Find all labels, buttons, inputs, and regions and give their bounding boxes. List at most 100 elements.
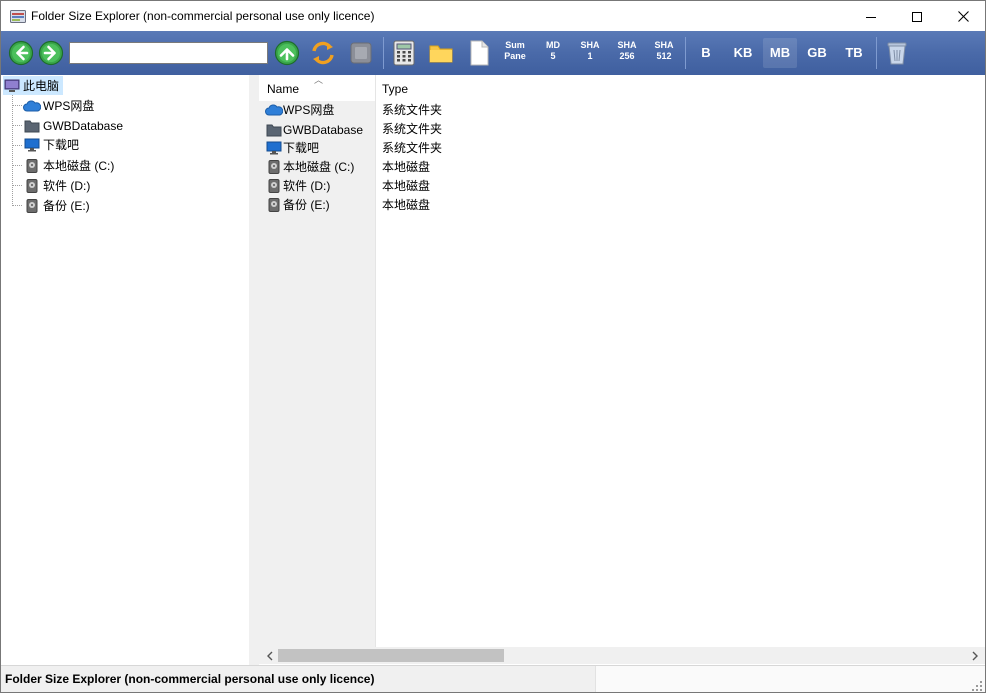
file-icon bbox=[470, 40, 489, 66]
row-type-text: 本地磁盘 bbox=[382, 160, 431, 174]
tree-item-this-pc[interactable]: 此电脑 bbox=[3, 76, 64, 95]
list-row-name[interactable]: WPS网盘 bbox=[265, 100, 334, 119]
row-name-text: 备份 (E:) bbox=[283, 198, 330, 212]
maximize-button[interactable] bbox=[894, 1, 940, 32]
column-divider[interactable] bbox=[375, 75, 376, 647]
list-row-name[interactable]: 备份 (E:) bbox=[265, 195, 330, 214]
tree-connector bbox=[12, 125, 22, 126]
sha1-button[interactable]: SHA 1 bbox=[574, 40, 606, 66]
stop-button[interactable] bbox=[346, 38, 376, 68]
open-folder-button[interactable] bbox=[426, 38, 456, 68]
tree-item-label: 下载吧 bbox=[43, 138, 80, 152]
drive-icon bbox=[265, 197, 283, 213]
recycle-bin-icon bbox=[887, 42, 907, 65]
cloud-icon bbox=[265, 102, 283, 118]
path-input[interactable] bbox=[69, 42, 268, 64]
resize-grip-icon[interactable] bbox=[972, 680, 982, 691]
minimize-icon bbox=[866, 16, 876, 18]
scrollbar-thumb[interactable] bbox=[278, 649, 504, 662]
stop-icon bbox=[350, 42, 372, 64]
drive-icon bbox=[23, 178, 41, 194]
back-button[interactable] bbox=[6, 38, 36, 68]
drive-icon bbox=[23, 158, 41, 174]
monitor-icon bbox=[23, 137, 41, 153]
row-name-text: GWBDatabase bbox=[283, 122, 364, 137]
recycle-bin-button[interactable] bbox=[882, 38, 912, 68]
folder-icon bbox=[429, 45, 453, 63]
unit-mb-button[interactable]: MB bbox=[763, 38, 797, 68]
unit-gb-button[interactable]: GB bbox=[800, 38, 834, 68]
close-button[interactable] bbox=[940, 1, 986, 32]
drive-icon bbox=[265, 178, 283, 194]
tree-item-downloads[interactable]: 下载吧 bbox=[23, 135, 79, 154]
row-name-text: 下载吧 bbox=[283, 141, 320, 155]
tree-connector bbox=[12, 145, 22, 146]
tree-item-label: 软件 (D:) bbox=[43, 179, 91, 193]
minimize-button[interactable] bbox=[848, 1, 894, 32]
tree-item-label: 本地磁盘 (C:) bbox=[43, 159, 115, 173]
sum-pane-button[interactable]: Sum Pane bbox=[499, 40, 531, 66]
toolbar: Sum Pane MD 5 SHA 1 SHA 256 SHA 512 B KB MB G… bbox=[1, 31, 985, 75]
calculator-button[interactable] bbox=[389, 38, 419, 68]
app-icon bbox=[10, 9, 26, 24]
row-name-text: WPS网盘 bbox=[283, 103, 335, 117]
tree-item-drive-d[interactable]: 软件 (D:) bbox=[23, 176, 90, 195]
back-arrow-icon bbox=[8, 40, 34, 66]
tree-item-label: 备份 (E:) bbox=[43, 199, 90, 213]
tree-item-label: WPS网盘 bbox=[43, 99, 95, 113]
scroll-right-icon[interactable] bbox=[966, 647, 983, 664]
monitor-icon bbox=[265, 140, 283, 156]
sort-ascending-icon: ︿ bbox=[314, 76, 324, 86]
cloud-icon bbox=[23, 98, 41, 114]
column-header-name[interactable]: Name bbox=[267, 82, 299, 96]
row-type-text: 系统文件夹 bbox=[382, 103, 443, 117]
folder-icon bbox=[23, 118, 41, 134]
up-button[interactable] bbox=[272, 38, 302, 68]
forward-arrow-icon bbox=[38, 40, 64, 66]
maximize-icon bbox=[912, 11, 922, 22]
up-arrow-icon bbox=[274, 40, 300, 66]
refresh-button[interactable] bbox=[308, 38, 338, 68]
list-row-name[interactable]: GWBDatabase bbox=[265, 120, 363, 139]
tree-item-drive-e[interactable]: 备份 (E:) bbox=[23, 196, 90, 215]
tree-connector bbox=[12, 165, 22, 166]
unit-kb-button[interactable]: KB bbox=[726, 38, 760, 68]
tree-item-drive-c[interactable]: 本地磁盘 (C:) bbox=[23, 156, 114, 175]
forward-button[interactable] bbox=[36, 38, 66, 68]
toolbar-separator bbox=[383, 37, 384, 69]
tree-item-wps[interactable]: WPS网盘 bbox=[23, 96, 94, 115]
status-panel bbox=[595, 666, 985, 692]
status-text: Folder Size Explorer (non-commercial per… bbox=[5, 672, 375, 686]
file-button[interactable] bbox=[464, 38, 494, 68]
row-type-text: 本地磁盘 bbox=[382, 179, 431, 193]
window-title: Folder Size Explorer (non-commercial per… bbox=[31, 9, 375, 23]
close-icon bbox=[957, 11, 969, 22]
refresh-icon bbox=[312, 41, 334, 65]
sha256-button[interactable]: SHA 256 bbox=[611, 40, 643, 66]
scroll-left-icon[interactable] bbox=[261, 647, 278, 664]
tree-item-label: GWBDatabase bbox=[43, 118, 124, 133]
title-bar: Folder Size Explorer (non-commercial per… bbox=[0, 0, 986, 31]
md5-button[interactable]: MD 5 bbox=[537, 40, 569, 66]
tree-connector bbox=[12, 94, 13, 206]
tree-item-gwbdatabase[interactable]: GWBDatabase bbox=[23, 116, 123, 135]
column-header-type[interactable]: Type bbox=[382, 82, 408, 96]
sha512-button[interactable]: SHA 512 bbox=[648, 40, 680, 66]
row-name-text: 本地磁盘 (C:) bbox=[283, 160, 355, 174]
pane-splitter[interactable] bbox=[249, 75, 259, 665]
list-row-name[interactable]: 软件 (D:) bbox=[265, 176, 330, 195]
row-type-text: 本地磁盘 bbox=[382, 198, 431, 212]
folder-icon bbox=[265, 122, 283, 138]
tree-connector bbox=[12, 205, 22, 206]
drive-icon bbox=[23, 198, 41, 214]
unit-b-button[interactable]: B bbox=[689, 38, 723, 68]
toolbar-separator bbox=[876, 37, 877, 69]
computer-icon bbox=[3, 78, 21, 94]
list-row-name[interactable]: 本地磁盘 (C:) bbox=[265, 157, 354, 176]
unit-tb-button[interactable]: TB bbox=[837, 38, 871, 68]
row-name-text: 软件 (D:) bbox=[283, 179, 331, 193]
list-row-name[interactable]: 下载吧 bbox=[265, 138, 319, 157]
row-type-text: 系统文件夹 bbox=[382, 122, 443, 136]
row-type-text: 系统文件夹 bbox=[382, 141, 443, 155]
tree-item-label: 此电脑 bbox=[23, 79, 60, 93]
